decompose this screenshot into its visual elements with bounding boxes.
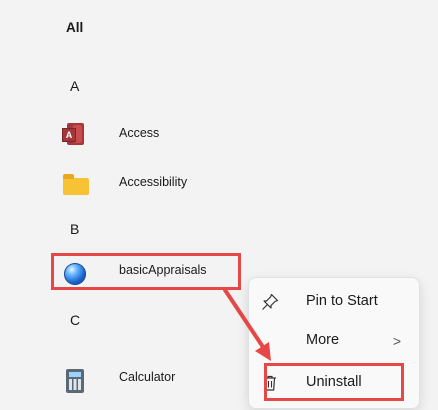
app-item-calculator[interactable]: Calculator — [62, 363, 244, 395]
access-icon: A — [62, 123, 84, 145]
folder-icon — [62, 172, 89, 195]
app-label-calculator: Calculator — [119, 370, 176, 384]
menu-item-pin-to-start[interactable]: Pin to Start — [249, 284, 419, 320]
highlight-frame-app — [51, 253, 241, 290]
section-letter-a[interactable]: A — [70, 78, 79, 94]
app-label-access: Access — [119, 126, 160, 140]
app-label-accessibility: Accessibility — [119, 175, 188, 189]
highlight-frame-uninstall — [264, 363, 404, 401]
calculator-icon — [62, 367, 84, 393]
app-item-access[interactable]: A Access — [62, 119, 244, 151]
menu-label-pin-to-start: Pin to Start — [306, 293, 378, 309]
chevron-right-icon: > — [392, 333, 401, 349]
app-item-accessibility[interactable]: Accessibility — [62, 168, 244, 200]
section-letter-b[interactable]: B — [70, 221, 79, 237]
menu-label-more: More — [306, 332, 340, 348]
menu-item-more[interactable]: More > — [249, 323, 419, 359]
all-apps-header: All — [66, 20, 84, 35]
pin-icon — [262, 293, 279, 310]
section-letter-c[interactable]: C — [70, 312, 80, 328]
